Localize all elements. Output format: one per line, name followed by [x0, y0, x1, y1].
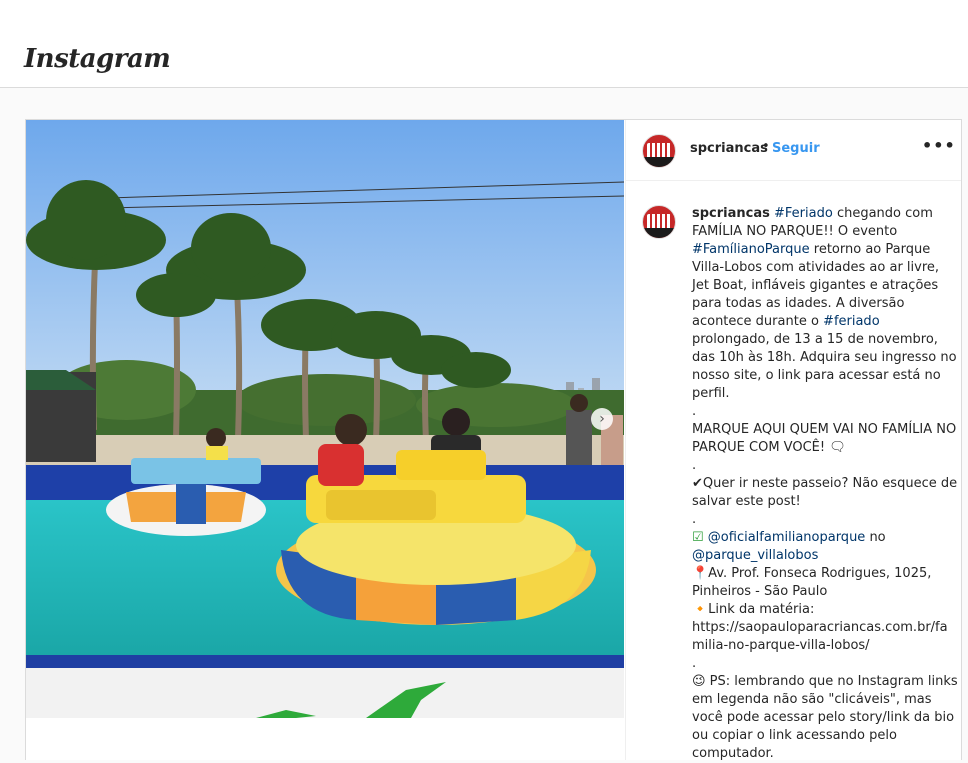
- caption-dot: .: [692, 656, 697, 671]
- post-photo[interactable]: ›: [26, 120, 624, 718]
- caption-avatar[interactable]: [642, 205, 676, 239]
- caption-link-label: 🔸Link da matéria:: [692, 602, 815, 617]
- post-sidebar: spcriancas • Seguir ••• spcriancas #Feri…: [625, 120, 962, 763]
- post-header: spcriancas • Seguir •••: [626, 120, 961, 181]
- caption-dot: .: [692, 458, 697, 473]
- mention-parque-villalobos[interactable]: @parque_villalobos: [692, 548, 818, 563]
- carousel-next-button[interactable]: ›: [591, 408, 613, 430]
- caption-text: no: [865, 530, 886, 545]
- post-card: › spcriancas • Seguir ••• spcriancas #Fe…: [25, 119, 962, 763]
- caption-url: https://saopauloparacriancas.com.br/fami…: [692, 620, 948, 653]
- caption-text: prolongado, de 13 a 15 de novembro, das …: [692, 332, 957, 401]
- caption-address: 📍Av. Prof. Fonseca Rodrigues, 1025, Pinh…: [692, 566, 932, 599]
- hashtag-feriado[interactable]: #Feriado: [774, 206, 833, 221]
- top-navigation-bar: Instagram: [0, 0, 968, 88]
- caption-dot: .: [692, 512, 697, 527]
- follow-button[interactable]: Seguir: [772, 141, 820, 156]
- mention-oficialfamilianoparque[interactable]: @oficialfamilianoparque: [708, 530, 866, 545]
- caption-paragraph: 😉 PS: lembrando que no Instagram links e…: [692, 674, 958, 761]
- checkbox-emoji-icon: ☑: [692, 530, 704, 545]
- post-caption: spcriancas #Feriado chegando com FAMÍLIA…: [692, 205, 958, 763]
- bumper-boats-photo: [26, 120, 624, 718]
- separator-dot: •: [762, 139, 770, 154]
- caption-username[interactable]: spcriancas: [692, 206, 770, 221]
- instagram-logo[interactable]: Instagram: [24, 44, 171, 74]
- caption-dot: .: [692, 404, 697, 419]
- hashtag-familianoparque[interactable]: #FamílianoParque: [692, 242, 810, 257]
- caption-paragraph: ✔Quer ir neste passeio? Não esquece de s…: [692, 476, 958, 509]
- avatar[interactable]: [642, 134, 676, 168]
- post-username[interactable]: spcriancas: [690, 141, 768, 156]
- hashtag-feriado-2[interactable]: #feriado: [823, 314, 880, 329]
- more-options-icon[interactable]: •••: [922, 136, 956, 155]
- caption-paragraph: MARQUE AQUI QUEM VAI NO FAMÍLIA NO PARQU…: [692, 422, 957, 455]
